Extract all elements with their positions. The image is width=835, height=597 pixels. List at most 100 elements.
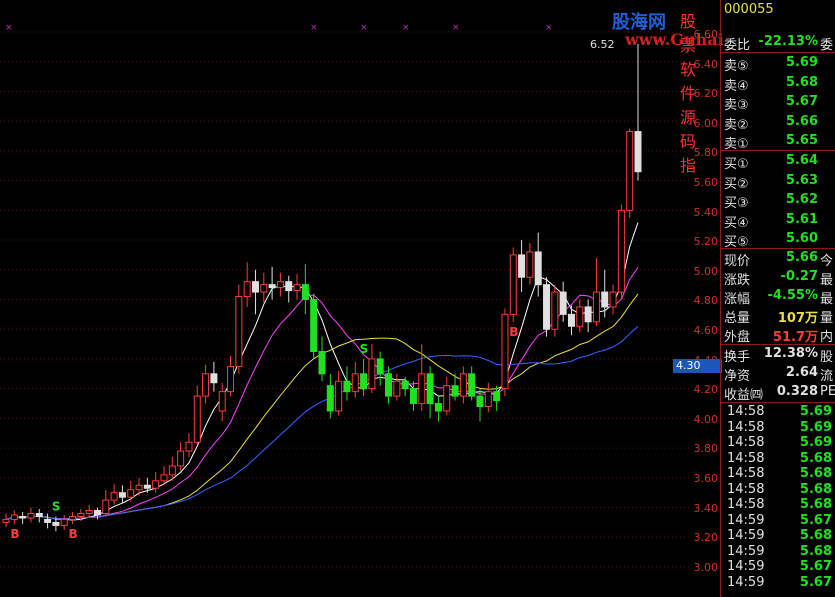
- tick-time: 14:59: [727, 559, 765, 574]
- tick-price: 5.69: [799, 404, 832, 419]
- candle-body: [168, 465, 176, 476]
- candle-body: [60, 518, 68, 526]
- candle-body: [218, 391, 226, 412]
- candle-body: [177, 450, 185, 467]
- candle-body: [418, 373, 426, 405]
- stat-row: 涨跌 -0.27 最: [724, 269, 835, 288]
- row-value: 5.66: [785, 250, 818, 265]
- candle-body: [559, 291, 567, 315]
- bid-row: 买③ 5.62: [724, 192, 835, 211]
- row-label: 卖③: [724, 98, 749, 113]
- tick-price: 5.67: [799, 559, 832, 574]
- candle-body: [227, 365, 235, 393]
- ratio-value: -22.13%: [758, 34, 818, 49]
- axis-tick-label: 4.20: [693, 383, 719, 397]
- ask-row: 卖① 5.65: [724, 133, 835, 152]
- axis-tick-label: 5.00: [693, 264, 719, 278]
- tick-time: 14:58: [727, 481, 765, 497]
- row-value: 0.328: [776, 384, 818, 399]
- row-value: 5.66: [785, 113, 818, 129]
- candle-body: [409, 388, 417, 405]
- top-marker: ×: [360, 23, 368, 33]
- ask-row: 卖⑤ 5.69: [724, 55, 835, 74]
- candle-body: [27, 513, 35, 519]
- stat-row: 外盘 51.7万内: [724, 326, 835, 345]
- candle-body: [160, 474, 168, 482]
- candle-body: [44, 518, 52, 523]
- row-value: 5.64: [785, 153, 818, 168]
- candle-body: [77, 513, 85, 517]
- bid-row: 买④ 5.61: [724, 212, 835, 231]
- axis-tick-label: 5.60: [693, 176, 719, 189]
- row-extra: 流: [820, 369, 834, 384]
- stock-code: 000055: [724, 2, 774, 17]
- row-value: -0.27: [780, 269, 818, 284]
- ask-row: 卖② 5.66: [724, 113, 835, 133]
- row-extra: 最: [820, 273, 834, 288]
- row-value: 5.69: [785, 55, 818, 70]
- candle-body: [576, 306, 584, 327]
- candle-body: [85, 510, 93, 514]
- tick-price: 5.68: [799, 497, 832, 512]
- candle-body: [368, 358, 376, 390]
- fundamental-row: 收益㈣ 0.328 PE: [724, 384, 835, 403]
- price-axis: 6.60 6.40 6.20 6.00 5.80 5.60 5.40 5.20 5.00 4.80…: [690, 0, 720, 597]
- candle-body: [493, 391, 501, 402]
- row-label: 买②: [724, 176, 749, 192]
- row-label: 净资: [724, 369, 751, 384]
- signal-S: S: [360, 342, 369, 356]
- candle-body: [526, 251, 534, 278]
- candle-body: [326, 385, 334, 412]
- kline-chart[interactable]: × × × × × × × B S B S B 6.52 股海网 股票软件 源码 指 www.Guhai: [0, 0, 724, 597]
- candle-body: [69, 515, 77, 520]
- candle-body: [193, 395, 201, 443]
- candle-body: [476, 395, 484, 408]
- tick-time: 14:59: [727, 528, 765, 543]
- candle-body: [318, 351, 326, 375]
- candle-body: [351, 373, 359, 393]
- bid-row: 买② 5.63: [724, 172, 835, 192]
- candle-body: [451, 385, 459, 397]
- row-value: 5.68: [785, 74, 818, 90]
- row-extra: 量: [820, 311, 834, 326]
- candle-body: [584, 306, 592, 323]
- candle-body: [509, 254, 517, 315]
- tick-price: 5.68: [799, 528, 832, 543]
- candle-body: [401, 380, 409, 390]
- row-label: 总量: [724, 311, 751, 326]
- axis-tick-label: 3.20: [693, 531, 719, 545]
- tick-time: 14:59: [727, 543, 765, 559]
- candle-body: [52, 521, 60, 526]
- row-label: 外盘: [724, 330, 751, 345]
- candle-body: [426, 373, 434, 405]
- candle-body: [443, 385, 451, 412]
- tick-time: 14:58: [727, 450, 765, 466]
- quote-panel: 000055 委比 -22.13% 委 卖⑤ 5.69 卖④ 5.68 卖③ 5.67 卖②…: [720, 0, 835, 597]
- tick-time: 14:58: [727, 466, 765, 481]
- tick-price: 5.68: [799, 481, 832, 497]
- row-value: 5.63: [785, 172, 818, 188]
- axis-tick-label: 6.60: [693, 28, 719, 41]
- top-marker: ×: [310, 23, 318, 33]
- row-value: 107万: [777, 311, 818, 326]
- candle-body: [617, 209, 625, 293]
- tick-time: 14:58: [727, 404, 765, 419]
- candle-body: [484, 391, 492, 407]
- tick-row[interactable]: 14:59 5.67: [724, 575, 835, 593]
- tick-price: 5.68: [799, 543, 832, 559]
- candle-body: [335, 380, 343, 412]
- row-label: 涨幅: [724, 292, 751, 307]
- kline-svg[interactable]: × × × × × × ×BSBSB6.52: [0, 0, 690, 597]
- candle-body: [393, 380, 401, 397]
- tick-price: 5.67: [799, 512, 832, 528]
- candle-body: [626, 131, 634, 211]
- candle-body: [243, 281, 251, 298]
- tick-time: 14:58: [727, 497, 765, 512]
- header-code-row: 000055: [724, 2, 835, 20]
- tick-time: 14:59: [727, 574, 765, 590]
- signal-B: B: [10, 527, 19, 541]
- candle-body: [343, 380, 351, 393]
- tick-time: 14:58: [727, 419, 765, 435]
- candle-body: [543, 284, 551, 330]
- bid-row: 买⑤ 5.60: [724, 231, 835, 250]
